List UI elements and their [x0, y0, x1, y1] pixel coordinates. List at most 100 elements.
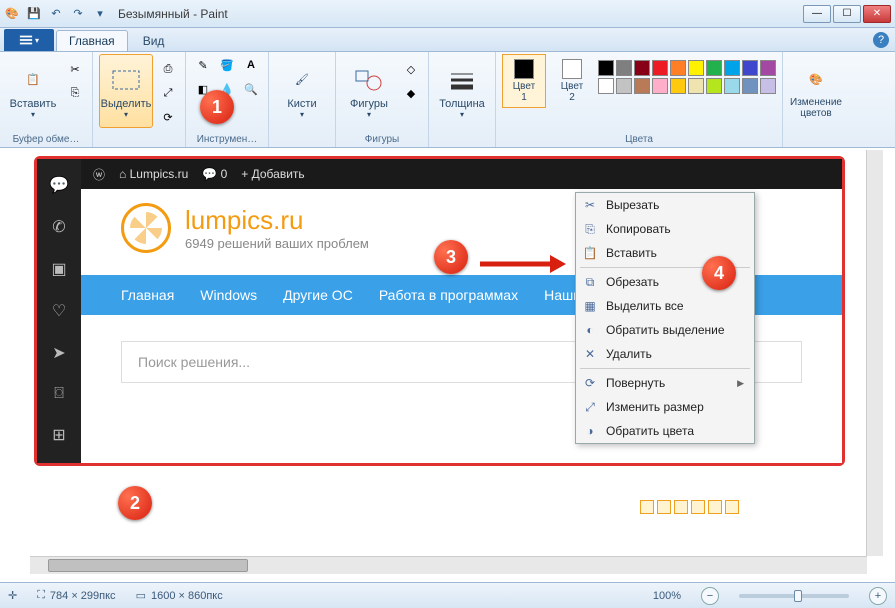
callout-badge-4: 4 [702, 256, 736, 290]
color-swatch[interactable] [724, 60, 740, 76]
site-logo [121, 203, 171, 253]
tab-home[interactable]: Главная [56, 30, 128, 51]
zoom-slider[interactable] [739, 594, 849, 598]
zoom-out-button[interactable]: − [701, 587, 719, 605]
group-shapes-label: Фигуры [342, 133, 422, 147]
cursor-pos: ✛ [8, 589, 17, 602]
color-swatch[interactable] [742, 60, 758, 76]
resize-icon: ⤢ [582, 399, 598, 415]
color-swatch[interactable] [706, 60, 722, 76]
wp-logo-icon[interactable]: ⓦ [93, 166, 105, 183]
color-palette[interactable] [598, 54, 776, 94]
copy-icon[interactable]: ⎘ [64, 82, 86, 104]
edit-colors-button[interactable]: 🎨 Изменение цветов [789, 54, 843, 128]
ctx-select-all[interactable]: ▦Выделить все [576, 294, 754, 318]
heart-icon[interactable]: ♡ [52, 301, 66, 321]
messenger-icon[interactable]: 💬 [49, 175, 69, 195]
color-swatch[interactable] [706, 78, 722, 94]
paste-icon: 📋 [582, 245, 598, 261]
callout-badge-2: 2 [118, 486, 152, 520]
ctx-invert-selection[interactable]: ◐Обратить выделение [576, 318, 754, 342]
text-icon[interactable]: A [240, 54, 262, 76]
ctx-copy[interactable]: ⎘Копировать [576, 217, 754, 241]
add-new-link[interactable]: + Добавить [241, 167, 304, 181]
nav-item[interactable]: Работа в программах [379, 287, 518, 303]
vk-icon[interactable]: ▣ [51, 259, 66, 279]
comments-link[interactable]: 💬 0 [202, 167, 227, 181]
title-bar: 🎨 💾 ↶ ↷ ▾ Безымянный - Paint ― ☐ ✕ [0, 0, 895, 28]
paste-button[interactable]: 📋 Вставить▾ [6, 54, 60, 128]
size-button[interactable]: Толщина▾ [435, 54, 489, 128]
shapes-button[interactable]: Фигуры▾ [342, 54, 396, 128]
color-swatch[interactable] [760, 60, 776, 76]
color-swatch[interactable] [742, 78, 758, 94]
fill-shape-icon[interactable]: ◆ [400, 82, 422, 104]
zoom-icon[interactable]: 🔍 [240, 78, 262, 100]
send-icon[interactable]: ➤ [52, 343, 65, 363]
red-arrow-icon [478, 252, 568, 276]
color-swatch[interactable] [670, 60, 686, 76]
color-swatch[interactable] [634, 60, 650, 76]
crop-icon: ⧉ [582, 274, 598, 290]
help-icon[interactable]: ? [873, 32, 889, 48]
close-button[interactable]: ✕ [863, 5, 891, 23]
ctx-delete[interactable]: ✕Удалить [576, 342, 754, 366]
ctx-rotate[interactable]: ⟳Повернуть▶ [576, 371, 754, 395]
color-swatch[interactable] [652, 78, 668, 94]
brushes-button[interactable]: 🖌 Кисти▾ [275, 54, 329, 128]
color-swatch[interactable] [616, 60, 632, 76]
color-swatch[interactable] [724, 78, 740, 94]
resize-icon[interactable]: ⤢ [157, 82, 179, 104]
tab-view[interactable]: Вид [130, 30, 178, 51]
qat-save-icon[interactable]: 💾 [26, 6, 42, 22]
nav-item[interactable]: Windows [200, 287, 257, 303]
color-swatch[interactable] [598, 78, 614, 94]
selection-size: ⛶ 784 × 299пкс [37, 589, 115, 602]
qat-dropdown-icon[interactable]: ▾ [92, 6, 108, 22]
color-swatch[interactable] [670, 78, 686, 94]
group-clipboard-label: Буфер обме… [6, 133, 86, 147]
copy-icon: ⎘ [582, 221, 598, 237]
color1-button[interactable]: Цвет 1 [502, 54, 546, 108]
whatsapp-icon[interactable]: ✆ [52, 217, 65, 237]
ctx-resize[interactable]: ⤢Изменить размер [576, 395, 754, 419]
ctx-invert-colors[interactable]: ◑Обратить цвета [576, 419, 754, 443]
ctx-cut[interactable]: ✂Вырезать [576, 193, 754, 217]
stroke-icon [446, 64, 478, 96]
nav-item[interactable]: Главная [121, 287, 174, 303]
window-title: Безымянный - Paint [118, 7, 228, 21]
group-image-label [99, 133, 179, 147]
outline-icon[interactable]: ◇ [400, 58, 422, 80]
file-menu-button[interactable]: ▾ [4, 29, 54, 51]
rotate-icon[interactable]: ⟳ [157, 106, 179, 128]
site-link[interactable]: ⌂ Lumpics.ru [119, 167, 188, 181]
color-swatch[interactable] [760, 78, 776, 94]
nav-item[interactable]: Другие ОС [283, 287, 353, 303]
zoom-in-button[interactable]: + [869, 587, 887, 605]
crop-icon[interactable]: ⎙ [157, 58, 179, 80]
color2-button[interactable]: Цвет 2 [550, 54, 594, 108]
camera-icon[interactable]: ⌼ [54, 385, 64, 403]
callout-badge-3: 3 [434, 240, 468, 274]
color1-swatch [514, 59, 534, 79]
minimize-button[interactable]: ― [803, 5, 831, 23]
color-swatch[interactable] [616, 78, 632, 94]
qat-redo-icon[interactable]: ↷ [70, 6, 86, 22]
color-swatch[interactable] [688, 78, 704, 94]
site-brand: lumpics.ru [185, 205, 369, 236]
color-swatch[interactable] [652, 60, 668, 76]
select-button[interactable]: Выделить▾ [99, 54, 153, 128]
horizontal-scrollbar[interactable] [30, 556, 867, 574]
group-colors-label: Цвета [502, 133, 776, 147]
grid-icon[interactable]: ⊞ [52, 425, 65, 445]
palette-icon: 🎨 [800, 63, 832, 95]
maximize-button[interactable]: ☐ [833, 5, 861, 23]
fill-icon[interactable]: 🪣 [216, 54, 238, 76]
color-swatch[interactable] [634, 78, 650, 94]
pencil-icon[interactable]: ✎ [192, 54, 214, 76]
color-swatch[interactable] [598, 60, 614, 76]
qat-undo-icon[interactable]: ↶ [48, 6, 64, 22]
color-swatch[interactable] [688, 60, 704, 76]
cut-icon[interactable]: ✂ [64, 58, 86, 80]
status-bar: ✛ ⛶ 784 × 299пкс ▭ 1600 × 860пкс 100% − … [0, 582, 895, 608]
